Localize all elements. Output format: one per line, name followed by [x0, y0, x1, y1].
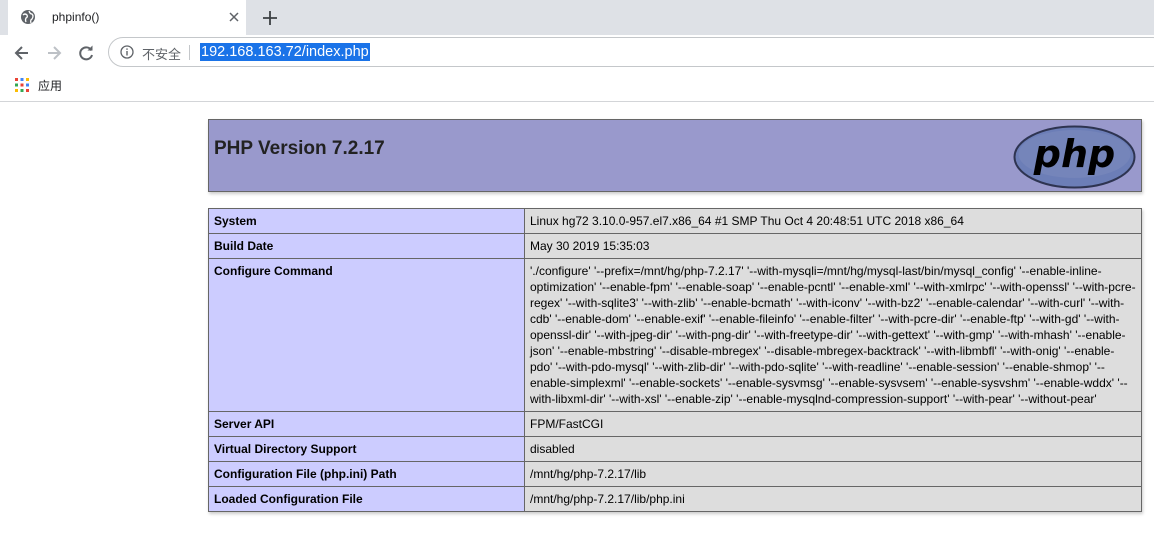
- row-label: Build Date: [208, 233, 525, 259]
- forward-arrow-icon[interactable]: [44, 43, 64, 63]
- row-label: Configuration File (php.ini) Path: [208, 461, 525, 487]
- apps-grid-icon[interactable]: [15, 78, 29, 92]
- table-row: Configure Command './configure' '--prefi…: [208, 258, 1142, 412]
- omnibox-divider: [189, 45, 190, 60]
- navigation-toolbar: 不安全 192.168.163.72/index.php: [0, 35, 1154, 70]
- php-logo-text: php: [1033, 132, 1115, 176]
- close-icon[interactable]: [225, 8, 243, 26]
- plus-icon[interactable]: [259, 7, 281, 29]
- address-bar[interactable]: 不安全 192.168.163.72/index.php: [108, 37, 1154, 67]
- back-arrow-icon[interactable]: [12, 43, 32, 63]
- browser-tab[interactable]: phpinfo(): [8, 0, 246, 35]
- php-info-table: System Linux hg72 3.10.0-957.el7.x86_64 …: [208, 208, 1142, 512]
- row-label: Configure Command: [208, 258, 525, 412]
- row-label: Server API: [208, 411, 525, 437]
- table-row: Build Date May 30 2019 15:35:03: [208, 233, 1142, 259]
- table-row: System Linux hg72 3.10.0-957.el7.x86_64 …: [208, 208, 1142, 234]
- bookmarks-bar: 应用: [0, 70, 1154, 102]
- row-value: './configure' '--prefix=/mnt/hg/php-7.2.…: [524, 258, 1142, 412]
- page-content: PHP Version 7.2.17 php System Linux hg72…: [0, 102, 1154, 542]
- bookmark-apps[interactable]: 应用: [38, 77, 62, 94]
- security-label[interactable]: 不安全: [142, 44, 181, 63]
- row-value: /mnt/hg/php-7.2.17/lib/php.ini: [524, 486, 1142, 512]
- tab-strip: phpinfo(): [0, 0, 1154, 35]
- row-label: Virtual Directory Support: [208, 436, 525, 462]
- url-text[interactable]: 192.168.163.72/index.php: [200, 43, 370, 61]
- table-row: Server API FPM/FastCGI: [208, 411, 1142, 437]
- table-row: Loaded Configuration File /mnt/hg/php-7.…: [208, 486, 1142, 512]
- tab-title: phpinfo(): [52, 10, 100, 24]
- reload-icon[interactable]: [76, 43, 96, 63]
- table-row: Virtual Directory Support disabled: [208, 436, 1142, 462]
- row-value: FPM/FastCGI: [524, 411, 1142, 437]
- row-label: Loaded Configuration File: [208, 486, 525, 512]
- row-label: System: [208, 208, 525, 234]
- row-value: disabled: [524, 436, 1142, 462]
- page-title: PHP Version 7.2.17: [214, 138, 385, 159]
- info-icon[interactable]: [120, 45, 134, 59]
- row-value: Linux hg72 3.10.0-957.el7.x86_64 #1 SMP …: [524, 208, 1142, 234]
- table-row: Configuration File (php.ini) Path /mnt/h…: [208, 461, 1142, 487]
- row-value: /mnt/hg/php-7.2.17/lib: [524, 461, 1142, 487]
- php-version-header: PHP Version 7.2.17 php: [208, 119, 1142, 192]
- row-value: May 30 2019 15:35:03: [524, 233, 1142, 259]
- globe-icon: [21, 10, 35, 24]
- php-logo[interactable]: php: [1013, 125, 1136, 189]
